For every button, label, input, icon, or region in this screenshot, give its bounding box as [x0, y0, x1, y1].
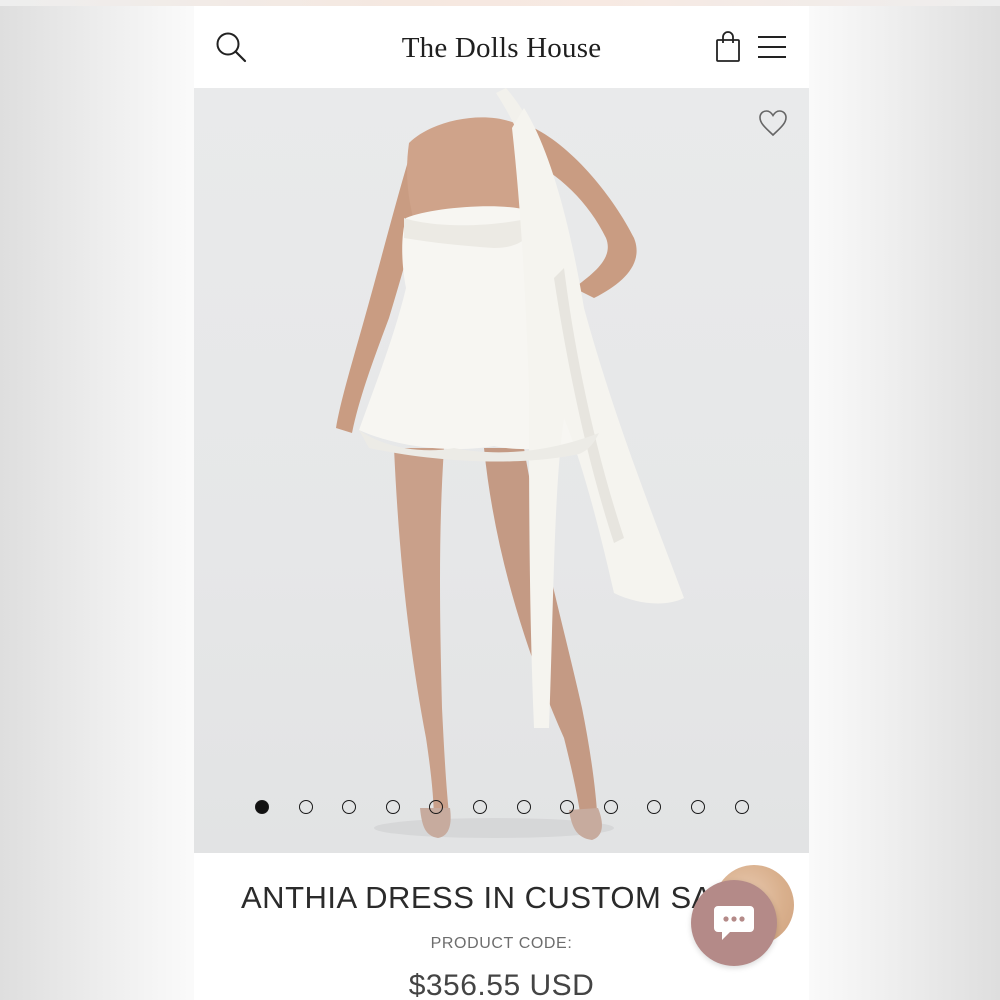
- carousel-dot[interactable]: [560, 800, 575, 814]
- product-photo: [336, 88, 684, 840]
- carousel-dot[interactable]: [516, 800, 531, 814]
- carousel-dot[interactable]: [385, 800, 400, 814]
- carousel-dot[interactable]: [473, 800, 487, 814]
- carousel-dot[interactable]: [429, 800, 444, 814]
- product-image-carousel[interactable]: [194, 88, 809, 853]
- carousel-dot[interactable]: [255, 800, 269, 814]
- product-price: $356.55 USD: [408, 969, 595, 1000]
- mobile-page: The Dolls House ANTHIA DRESS IN CUSTOM S…: [194, 6, 809, 1000]
- site-header: The Dolls House: [194, 6, 809, 88]
- shopping-bag-icon[interactable]: [715, 31, 741, 63]
- carousel-dot[interactable]: [603, 800, 618, 814]
- chat-bubble-icon: [714, 906, 754, 940]
- carousel-indicator: [194, 800, 809, 822]
- carousel-dot[interactable]: [342, 800, 357, 814]
- carousel-dot[interactable]: [734, 800, 749, 814]
- heart-icon[interactable]: [757, 108, 789, 138]
- carousel-dot[interactable]: [691, 800, 705, 814]
- carousel-dot[interactable]: [298, 800, 313, 814]
- chat-button[interactable]: [691, 880, 777, 966]
- carousel-dot[interactable]: [647, 800, 662, 814]
- brand-name: The Dolls House: [401, 32, 602, 64]
- hamburger-menu-icon[interactable]: [756, 34, 788, 60]
